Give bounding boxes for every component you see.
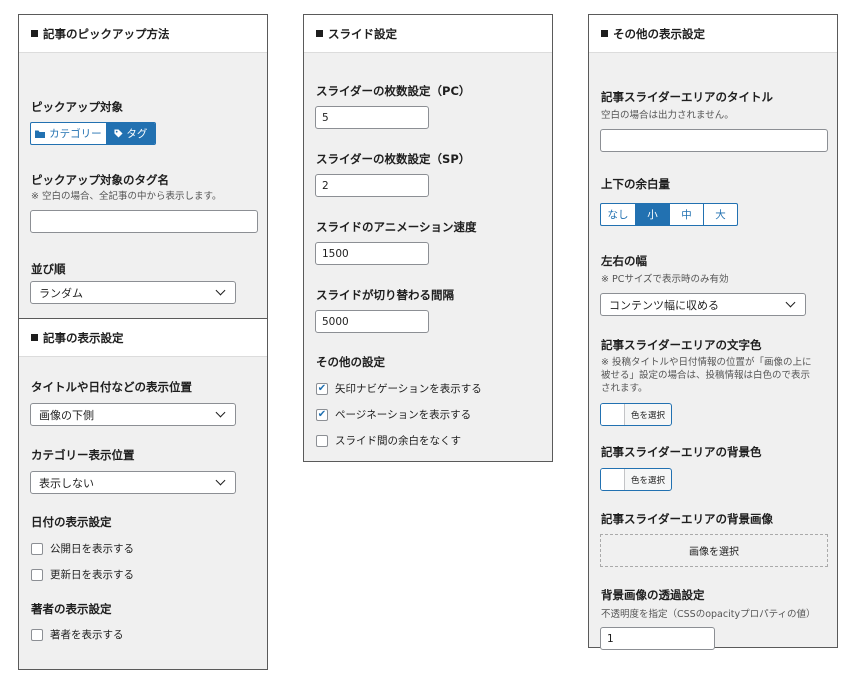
width-select[interactable]: コンテンツ幅に収める	[600, 293, 806, 316]
pickup-target-label: ピックアップ対象	[31, 100, 123, 114]
position-label: タイトルや日付などの表示位置	[31, 380, 192, 394]
pickup-tag-label: ピックアップ対象のタグ名	[31, 173, 169, 187]
panel-pickup: 記事のピックアップ方法 ピックアップ対象 カテゴリー タグ ピックアップ対象のタ…	[18, 14, 268, 320]
panel-slide: スライド設定 スライダーの枚数設定（PC） 5 スライダーの枚数設定（SP） 2…	[303, 14, 553, 462]
text-color-button[interactable]: 色を選択	[600, 403, 673, 426]
chevron-down-icon	[785, 297, 796, 308]
bg-image-label: 記事スライダーエリアの背景画像	[601, 512, 774, 526]
arrow-nav-checkbox[interactable]: ✔ 矢印ナビゲーションを表示する	[316, 381, 482, 396]
other-settings-label: その他の設定	[316, 355, 385, 369]
panel-header[interactable]: スライド設定	[304, 15, 552, 53]
square-icon	[601, 30, 608, 37]
slides-sp-input[interactable]: 2	[315, 174, 429, 197]
color-swatch	[601, 404, 625, 425]
width-label: 左右の幅	[601, 254, 647, 268]
panel-other: その他の表示設定 記事スライダーエリアのタイトル 空白の場合は出力されません。 …	[588, 14, 838, 650]
chevron-down-icon	[215, 285, 226, 296]
panel-title: 記事の表示設定	[43, 330, 124, 345]
width-help: ※ PCサイズで表示時のみ有効	[601, 274, 729, 285]
checkmark-icon: ✔	[316, 408, 328, 421]
pickup-category-option[interactable]: カテゴリー	[31, 123, 107, 144]
author-label: 著者の表示設定	[31, 602, 112, 616]
no-gap-checkbox[interactable]: スライド間の余白をなくす	[316, 433, 461, 448]
pickup-tag-help: ※ 空白の場合、全記事の中から表示します。	[31, 191, 222, 202]
text-color-help-line-3: されます。	[601, 383, 648, 394]
margin-toggle: なし 小 中 大	[600, 203, 738, 226]
bg-color-button[interactable]: 色を選択	[600, 468, 673, 491]
date-label: 日付の表示設定	[31, 515, 112, 529]
folder-icon	[35, 130, 46, 138]
pagination-checkbox[interactable]: ✔ ページネーションを表示する	[316, 407, 471, 422]
bg-color-label: 記事スライダーエリアの背景色	[601, 445, 762, 459]
slides-sp-label: スライダーの枚数設定（SP）	[316, 152, 471, 166]
slides-pc-label: スライダーの枚数設定（PC）	[316, 84, 471, 98]
chevron-down-icon	[215, 407, 226, 418]
select-image-button[interactable]: 画像を選択	[600, 534, 828, 567]
margin-large-option[interactable]: 大	[704, 204, 737, 225]
text-color-label: 記事スライダーエリアの文字色	[601, 338, 762, 352]
interval-label: スライドが切り替わる間隔	[316, 288, 454, 302]
square-icon	[31, 334, 38, 341]
order-label: 並び順	[31, 262, 66, 276]
interval-input[interactable]: 5000	[315, 310, 429, 333]
margin-medium-option[interactable]: 中	[670, 204, 704, 225]
text-color-help-line-2: 被せる」設定の場合は、投稿情報は白色ので表示	[601, 370, 811, 381]
show-author-checkbox[interactable]: 著者を表示する	[31, 627, 124, 642]
checkmark-icon: ✔	[316, 382, 328, 395]
opacity-help: 不透明度を指定（CSSのopacityプロパティの値）	[601, 609, 816, 620]
opacity-input[interactable]: 1	[600, 627, 715, 650]
color-swatch	[601, 469, 625, 490]
panel-header[interactable]: 記事の表示設定	[19, 319, 267, 357]
panel-header[interactable]: 記事のピックアップ方法	[19, 15, 267, 53]
panel-display: 記事の表示設定 タイトルや日付などの表示位置 画像の下側 カテゴリー表示位置 表…	[18, 318, 268, 670]
panel-title: スライド設定	[328, 26, 397, 41]
square-icon	[31, 30, 38, 37]
panel-header[interactable]: その他の表示設定	[589, 15, 837, 53]
margin-small-option[interactable]: 小	[636, 204, 670, 225]
animation-speed-label: スライドのアニメーション速度	[316, 220, 477, 234]
area-title-label: 記事スライダーエリアのタイトル	[601, 90, 774, 104]
tag-icon	[114, 129, 123, 138]
category-position-select[interactable]: 表示しない	[30, 471, 236, 494]
order-select[interactable]: ランダム	[30, 281, 236, 304]
chevron-down-icon	[215, 475, 226, 486]
pickup-tag-option[interactable]: タグ	[106, 123, 155, 144]
show-updated-date-checkbox[interactable]: 更新日を表示する	[31, 567, 134, 582]
text-color-help-line-1: ※ 投稿タイトルや日付情報の位置が「画像の上に	[601, 357, 812, 368]
square-icon	[316, 30, 323, 37]
pickup-target-toggle: カテゴリー タグ	[30, 122, 156, 145]
opacity-label: 背景画像の透過設定	[601, 588, 705, 602]
position-select[interactable]: 画像の下側	[30, 403, 236, 426]
slides-pc-input[interactable]: 5	[315, 106, 429, 129]
category-position-label: カテゴリー表示位置	[31, 448, 135, 462]
animation-speed-input[interactable]: 1500	[315, 242, 429, 265]
pickup-tag-input[interactable]	[30, 210, 258, 233]
panel-title: 記事のピックアップ方法	[43, 26, 170, 41]
panel-title: その他の表示設定	[613, 26, 705, 41]
area-title-input[interactable]	[600, 129, 828, 152]
show-published-date-checkbox[interactable]: 公開日を表示する	[31, 541, 134, 556]
margin-label: 上下の余白量	[601, 177, 670, 191]
area-title-help: 空白の場合は出力されません。	[601, 110, 734, 121]
margin-none-option[interactable]: なし	[601, 204, 636, 225]
